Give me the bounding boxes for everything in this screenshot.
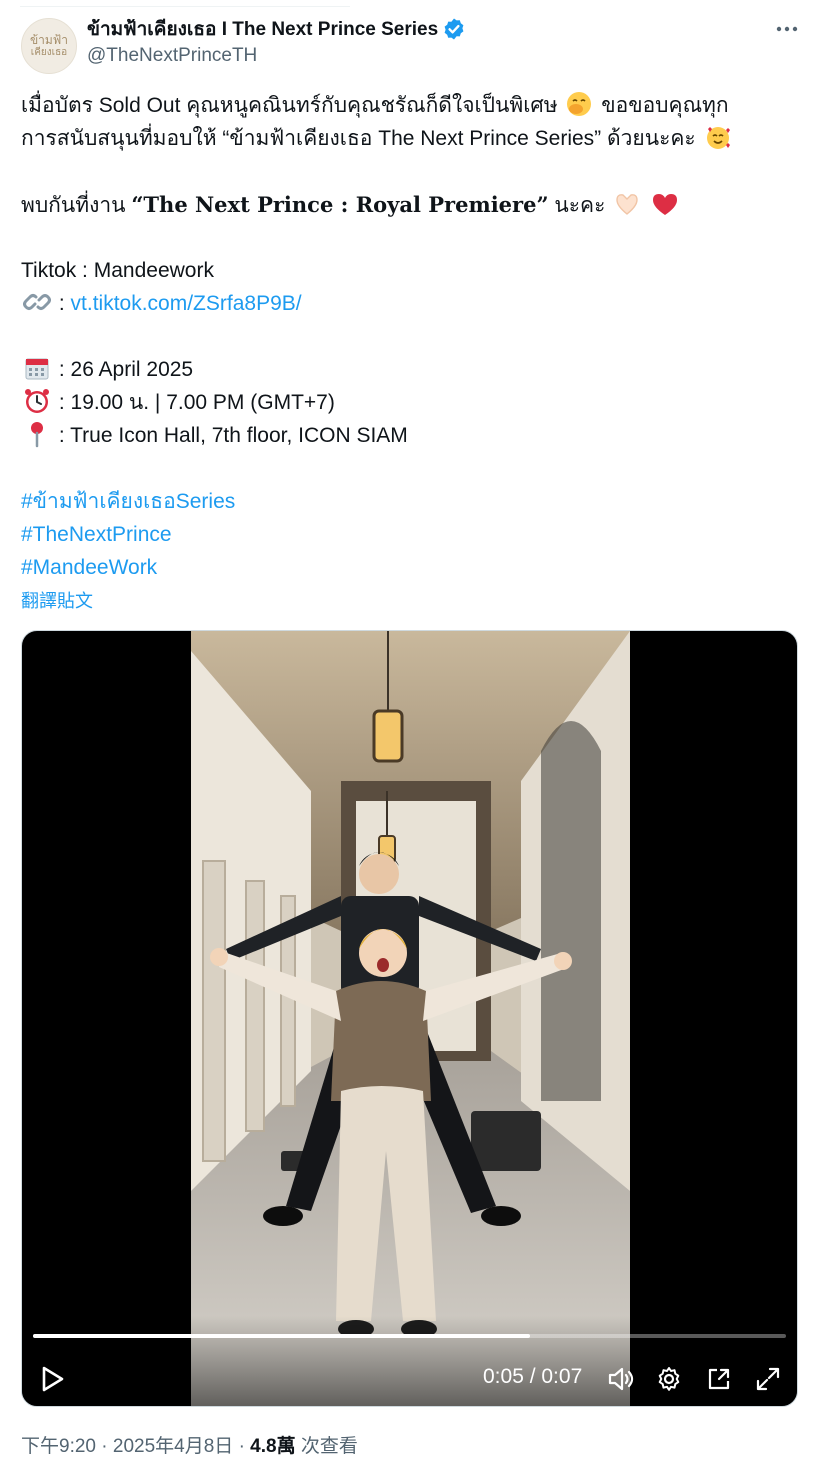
author-name-row: ข้ามฟ้าเคียงเธอ I The Next Prince Series bbox=[87, 16, 466, 42]
alarm-clock-icon bbox=[23, 387, 51, 415]
picture-in-picture-icon bbox=[708, 1368, 730, 1390]
picture-in-picture-button[interactable] bbox=[701, 1361, 737, 1397]
link-prefix: : bbox=[58, 292, 65, 315]
time-line: : 19.00 น. | 7.00 PM (GMT+7) bbox=[21, 386, 801, 419]
tweet-time[interactable]: 下午9:20 bbox=[21, 1436, 96, 1457]
fullscreen-button[interactable] bbox=[750, 1361, 786, 1397]
verified-badge-icon bbox=[442, 17, 466, 41]
view-count: 4.8萬 bbox=[250, 1436, 296, 1457]
tweet-line-2: การสนับสนุนที่มอบให้ “ข้ามฟ้าเคียงเธอ Th… bbox=[21, 122, 801, 155]
tiktok-line: Tiktok : Mandeework bbox=[21, 259, 214, 282]
venue-line: : True Icon Hall, 7th floor, ICON SIAM bbox=[21, 419, 801, 452]
red-heart-emoji-icon bbox=[651, 190, 679, 218]
more-options-button[interactable] bbox=[772, 16, 802, 42]
tweet-line-1b-text: ขอขอบคุณทุก bbox=[601, 94, 729, 117]
hashtag-link[interactable]: #TheNextPrince bbox=[21, 518, 801, 551]
video-frame[interactable] bbox=[191, 631, 630, 1406]
link-icon bbox=[23, 288, 51, 316]
view-count-label: 次查看 bbox=[300, 1436, 358, 1457]
event-time: : 19.00 น. | 7.00 PM (GMT+7) bbox=[58, 391, 335, 414]
play-button[interactable] bbox=[34, 1361, 70, 1397]
tweet-line-3: พบกันที่งาน “The Next Prince : Royal Pre… bbox=[21, 188, 801, 221]
video-time: 0:05 / 0:07 bbox=[483, 1365, 583, 1388]
hashtag-link[interactable]: #ข้ามฟ้าเคียงเธอSeries bbox=[21, 485, 801, 518]
tweet-date[interactable]: 2025年4月8日 bbox=[113, 1436, 233, 1457]
pin-icon bbox=[23, 420, 51, 448]
hashtag-link[interactable]: #MandeeWork bbox=[21, 551, 801, 584]
tweet-text: เมื่อบัตร Sold Out คุณหนูคณินทร์กับคุณชร… bbox=[21, 89, 801, 584]
video-player[interactable]: 0:05 / 0:07 bbox=[21, 630, 798, 1407]
calendar-icon bbox=[23, 354, 51, 382]
avatar[interactable]: ข้ามฟ้า เคียงเธอ bbox=[21, 18, 77, 74]
play-icon bbox=[42, 1366, 64, 1392]
meta-separator: · bbox=[238, 1436, 245, 1457]
volume-icon bbox=[608, 1367, 634, 1391]
avatar-text-line1: ข้ามฟ้า bbox=[29, 33, 69, 47]
volume-button[interactable] bbox=[602, 1361, 638, 1397]
date-line: : 26 April 2025 bbox=[21, 353, 801, 386]
tweet-line-1: เมื่อบัตร Sold Out คุณหนูคณินทร์กับคุณชร… bbox=[21, 89, 801, 122]
translate-post-link[interactable]: 翻譯貼文 bbox=[21, 587, 93, 613]
settings-button[interactable] bbox=[651, 1361, 687, 1397]
meta-separator: · bbox=[101, 1436, 108, 1457]
author-handle[interactable]: @TheNextPrinceTH bbox=[87, 45, 257, 67]
tweet-line-2-text: การสนับสนุนที่มอบให้ “ข้ามฟ้าเคียงเธอ Th… bbox=[21, 127, 696, 150]
tweet-line-1-text: เมื่อบัตร Sold Out คุณหนูคณินทร์กับคุณชร… bbox=[21, 94, 558, 117]
event-date: : 26 April 2025 bbox=[58, 358, 194, 381]
tweet-meta: 下午9:20 · 2025年4月8日 · 4.8萬 次查看 bbox=[21, 1431, 358, 1458]
fullscreen-icon bbox=[756, 1367, 780, 1391]
hand-over-mouth-emoji-icon bbox=[565, 90, 593, 118]
smiling-face-with-hearts-emoji-icon bbox=[704, 123, 732, 151]
event-venue: : True Icon Hall, 7th floor, ICON SIAM bbox=[58, 424, 408, 447]
avatar-text-line2: เคียงเธอ bbox=[30, 47, 68, 58]
event-name: “The Next Prince : Royal Premiere” bbox=[131, 192, 549, 217]
link-line: : vt.tiktok.com/ZSrfa8P9B/ bbox=[21, 287, 801, 320]
gear-icon bbox=[658, 1367, 680, 1391]
tiktok-link[interactable]: vt.tiktok.com/ZSrfa8P9B/ bbox=[71, 292, 302, 315]
video-progress-fill bbox=[33, 1334, 530, 1338]
top-separator bbox=[20, 0, 350, 7]
video-still-image bbox=[191, 631, 630, 1406]
heart-hands-emoji-icon bbox=[613, 190, 641, 218]
author-display-name[interactable]: ข้ามฟ้าเคียงเธอ I The Next Prince Series bbox=[87, 14, 438, 44]
tweet-line-3-prefix: พบกันที่งาน bbox=[21, 194, 126, 217]
tweet-line-3-suffix: นะคะ bbox=[554, 194, 606, 217]
more-horizontal-icon bbox=[776, 26, 798, 32]
video-progress-bar[interactable] bbox=[33, 1334, 786, 1338]
